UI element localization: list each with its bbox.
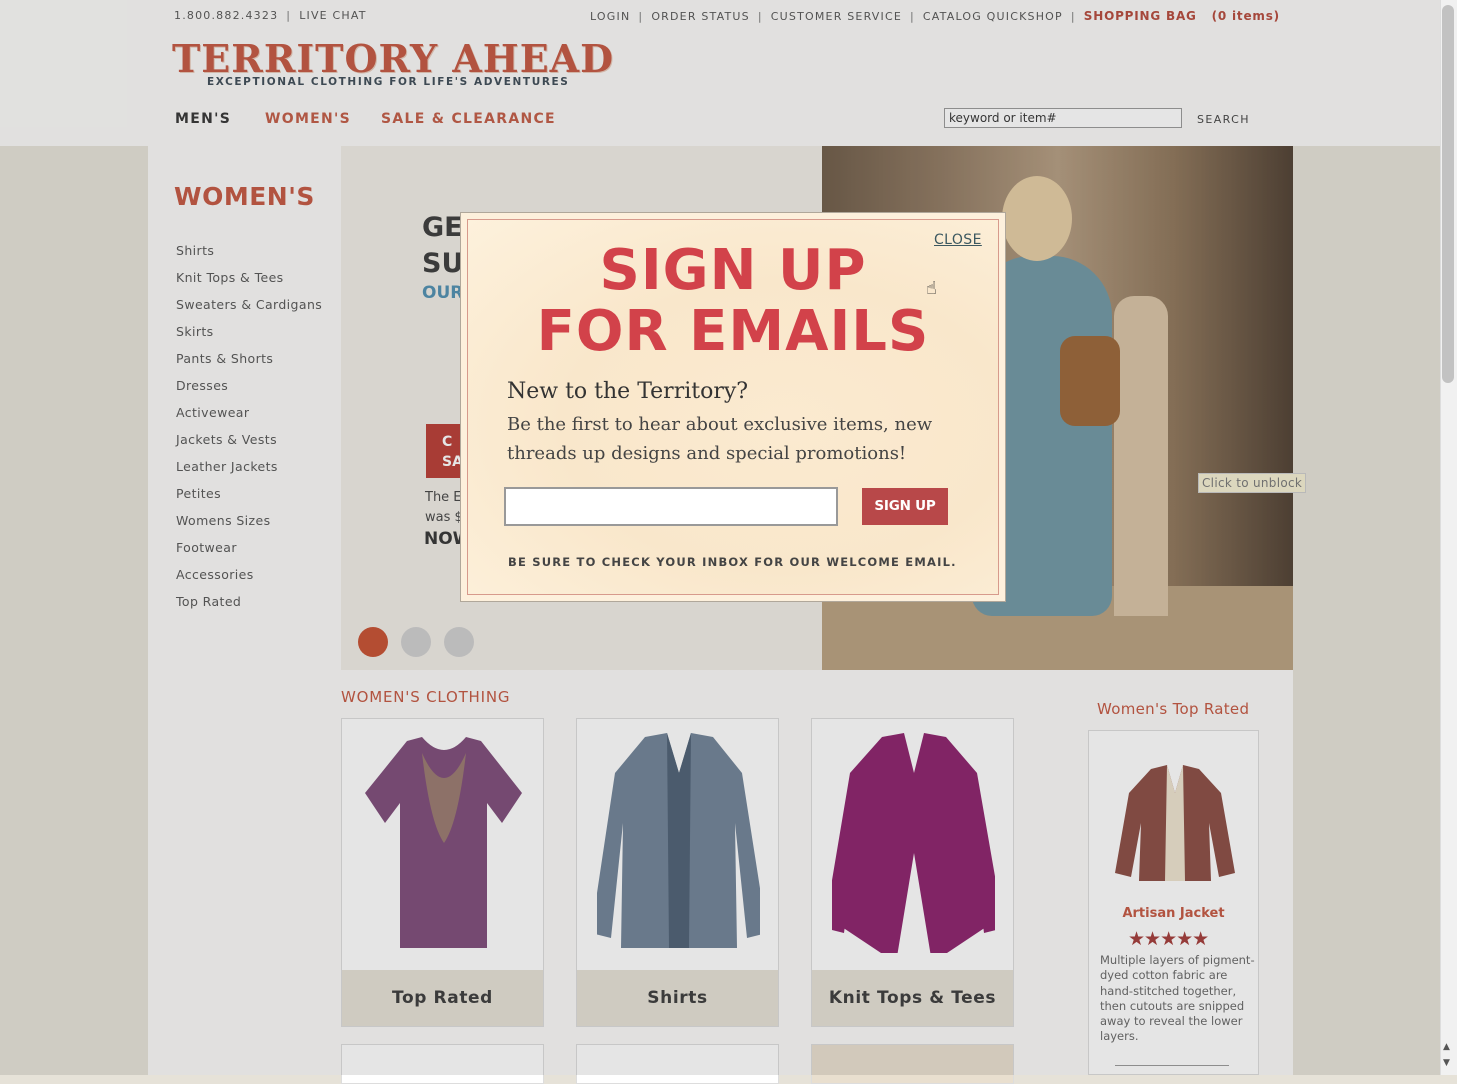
modal-title-line1: SIGN UP: [599, 238, 867, 303]
modal-question: New to the Territory?: [507, 379, 749, 404]
hand-cursor-icon: ☝: [926, 278, 937, 299]
scrollbar-thumb[interactable]: [1442, 5, 1454, 383]
email-field[interactable]: [504, 487, 838, 526]
modal-note: BE SURE TO CHECK YOUR INBOX FOR OUR WELC…: [508, 555, 957, 569]
modal-title-line2: FOR EMAILS: [536, 299, 930, 364]
sign-up-button[interactable]: SIGN UP: [862, 488, 948, 525]
scroll-down-arrow-icon[interactable]: ▼: [1443, 1058, 1450, 1068]
modal-description: Be the first to hear about exclusive ite…: [507, 414, 933, 464]
scroll-up-arrow-icon[interactable]: ▲: [1443, 1042, 1450, 1052]
